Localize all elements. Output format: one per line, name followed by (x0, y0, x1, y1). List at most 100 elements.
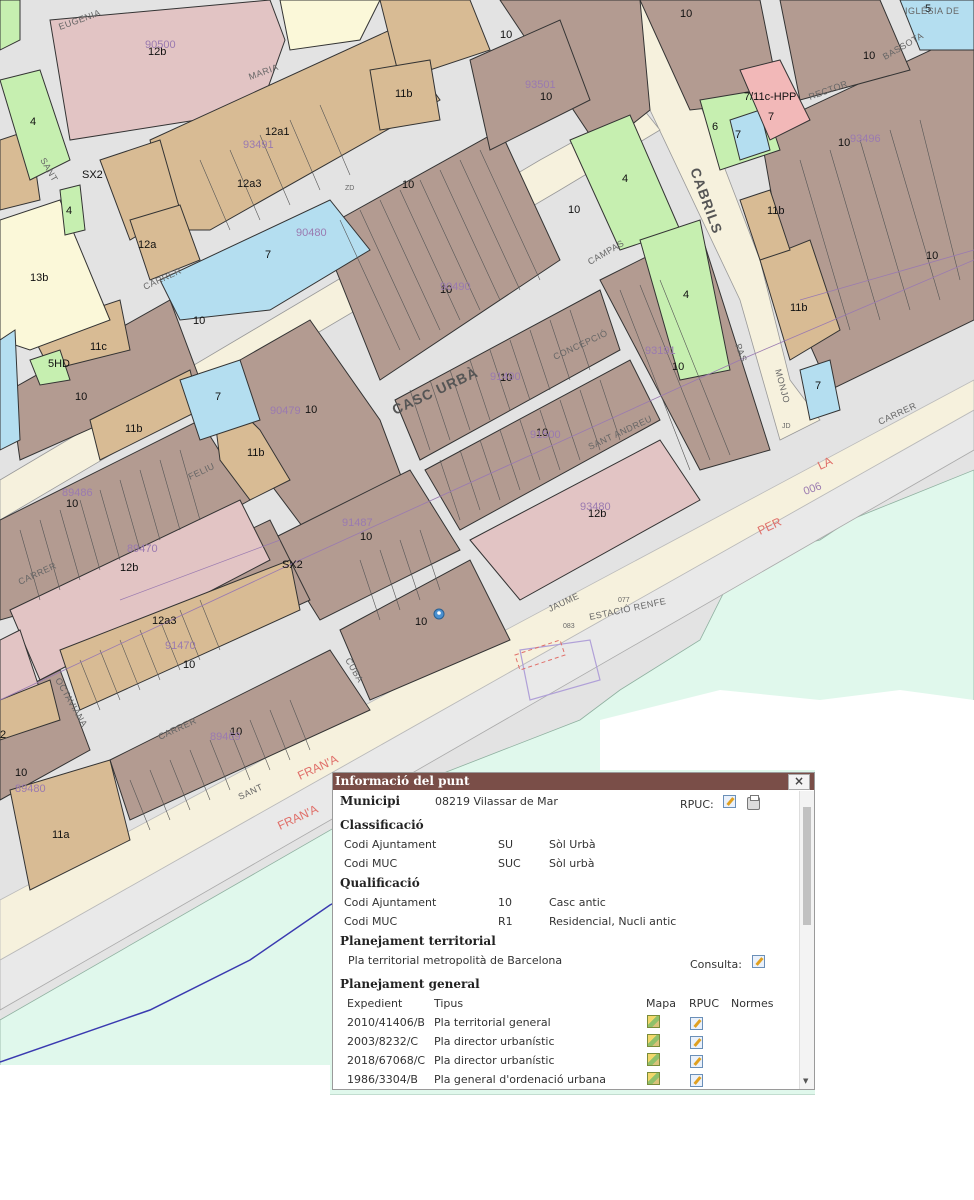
consulta-label: Consulta: (690, 958, 742, 971)
rpuc-edit-icon[interactable] (690, 1055, 703, 1068)
svg-text:4: 4 (66, 205, 72, 217)
svg-text:91500: 91500 (530, 429, 561, 441)
map-icon[interactable] (647, 1053, 660, 1066)
svg-text:91487: 91487 (342, 517, 373, 529)
svg-text:7: 7 (815, 380, 821, 392)
svg-text:4: 4 (683, 289, 689, 301)
qualificacio-desc: Casc antic (549, 896, 606, 909)
rpuc-label: RPUC: (680, 798, 714, 811)
general-title: Planejament general (340, 977, 480, 991)
classificacio-title: Classificació (340, 818, 424, 832)
plan-expedient: 2010/41406/B (347, 1016, 425, 1029)
selected-point-marker[interactable] (433, 608, 445, 620)
zone-label: 13b (30, 272, 48, 284)
zone-label: JD (782, 423, 791, 430)
col-rpuc: RPUC (689, 997, 720, 1010)
zone-label: 11a (52, 829, 70, 841)
svg-text:10: 10 (66, 498, 78, 510)
plan-expedient: 2018/67068/C (347, 1054, 426, 1067)
svg-text:90490: 90490 (440, 281, 471, 293)
plan-expedient: 2003/8232/C (347, 1035, 419, 1048)
svg-text:93191: 93191 (645, 345, 676, 357)
svg-text:11b: 11b (247, 447, 265, 459)
zone-label: 7/11c-HPP (744, 91, 796, 103)
municipi-label: Municipi (340, 794, 401, 808)
panel-content: Municipi 08219 Vilassar de Mar RPUC: Cla… (333, 791, 799, 1089)
zone-label: 6 (712, 121, 718, 133)
zone-label: 10 (360, 531, 372, 543)
classificacio-desc: Sòl Urbà (549, 838, 596, 851)
panel-header: Informació del punt × (333, 773, 814, 790)
rpuc-edit-icon[interactable] (690, 1074, 703, 1087)
svg-text:077: 077 (618, 597, 630, 604)
svg-text:10: 10 (838, 137, 850, 149)
svg-text:89470: 89470 (127, 543, 158, 555)
svg-text:10: 10 (183, 659, 195, 671)
svg-text:10: 10 (568, 204, 580, 216)
consulta-edit-icon[interactable] (752, 955, 765, 968)
territorial-plan: Pla territorial metropolità de Barcelona (348, 954, 563, 967)
zone-label: 4 (30, 116, 36, 128)
close-button[interactable]: × (788, 774, 810, 790)
panel-scrollbar[interactable]: ▼ (799, 791, 814, 1089)
rpuc-edit-icon[interactable] (690, 1036, 703, 1049)
map-icon[interactable] (647, 1072, 660, 1085)
svg-text:93491: 93491 (243, 139, 274, 151)
map-icon[interactable] (647, 1034, 660, 1047)
svg-text:89469: 89469 (210, 731, 241, 743)
col-normes: Normes (731, 997, 774, 1010)
rpuc-edit-icon[interactable] (723, 795, 736, 808)
point-info-panel: Informació del punt × Municipi 08219 Vil… (332, 772, 815, 1090)
qualificacio-label: Codi Ajuntament (344, 896, 437, 909)
zone-label: 12a3 (152, 615, 176, 627)
svg-text:10: 10 (926, 250, 938, 262)
municipi-value: 08219 Vilassar de Mar (435, 795, 558, 808)
rpuc-edit-icon[interactable] (690, 1017, 703, 1030)
qualificacio-desc: Residencial, Nucli antic (549, 915, 677, 928)
svg-text:10: 10 (75, 391, 87, 403)
print-icon[interactable] (747, 795, 760, 810)
col-mapa: Mapa (646, 997, 676, 1010)
qualificacio-title: Qualificació (340, 876, 420, 890)
svg-text:10: 10 (500, 29, 512, 41)
panel-title: Informació del punt (335, 774, 470, 788)
svg-text:083: 083 (563, 623, 575, 630)
col-expedient: Expedient (347, 997, 403, 1010)
zone-label: 12a (138, 239, 157, 251)
svg-text:11b: 11b (790, 302, 808, 314)
svg-text:90500: 90500 (145, 39, 176, 51)
zone-label: 10 (15, 767, 27, 779)
svg-text:10: 10 (305, 404, 317, 416)
plan-tipus: Pla territorial general (434, 1016, 551, 1029)
svg-text:7: 7 (768, 111, 774, 123)
svg-text:11b: 11b (767, 205, 785, 217)
zone-label: 12a3 (237, 178, 261, 190)
svg-text:7: 7 (735, 129, 741, 141)
col-tipus: Tipus (434, 997, 464, 1010)
plan-tipus: Pla director urbanístic (434, 1035, 555, 1048)
svg-text:93496: 93496 (850, 133, 881, 145)
svg-text:89480: 89480 (15, 783, 46, 795)
plan-expedient: 1986/3304/B (347, 1073, 418, 1086)
classificacio-code: SUC (498, 857, 521, 870)
zone-label: 11c (90, 341, 107, 353)
scroll-down-icon[interactable]: ▼ (803, 1077, 808, 1085)
territorial-title: Planejament territorial (340, 934, 496, 948)
qualificacio-label: Codi MUC (344, 915, 398, 928)
svg-text:10: 10 (540, 91, 552, 103)
map-icon[interactable] (647, 1015, 660, 1028)
svg-text:93501: 93501 (525, 79, 556, 91)
zone-label: SX2 (82, 169, 103, 181)
classificacio-desc: Sòl urbà (549, 857, 595, 870)
zone-label: 7 (265, 249, 271, 261)
outside-area (0, 1065, 330, 1095)
scroll-thumb[interactable] (803, 807, 811, 925)
svg-text:4: 4 (622, 173, 628, 185)
zone-label: 5HD (48, 358, 70, 370)
qualificacio-code: 10 (498, 896, 512, 909)
svg-text:89486: 89486 (62, 487, 93, 499)
svg-text:10: 10 (415, 616, 427, 628)
svg-text:7: 7 (215, 391, 221, 403)
svg-text:91490: 91490 (490, 371, 521, 383)
classificacio-label: Codi Ajuntament (344, 838, 437, 851)
